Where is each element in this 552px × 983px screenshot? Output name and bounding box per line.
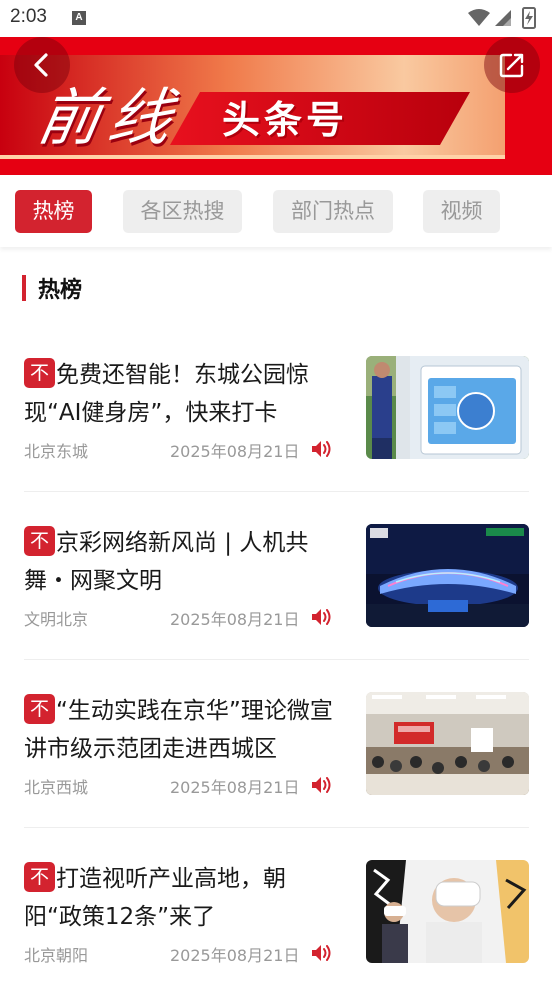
share-button[interactable] bbox=[484, 37, 540, 93]
news-thumbnail[interactable] bbox=[366, 356, 529, 459]
news-title[interactable]: 不京彩网络新风尚 | 人机共舞・网聚文明 bbox=[24, 524, 334, 600]
back-button[interactable] bbox=[14, 37, 70, 93]
news-source: 北京东城 bbox=[24, 442, 89, 461]
news-date: 2025年08月21日 bbox=[170, 442, 300, 461]
wifi-icon bbox=[468, 9, 490, 26]
news-title[interactable]: 不免费还智能！东城公园惊现“AI健身房”，快来打卡 bbox=[24, 356, 334, 432]
news-item[interactable]: 不 “生动实践在京华”理论微宣讲市级示范团走进西城区 北京西城 2025年08月2… bbox=[24, 692, 529, 832]
share-external-icon bbox=[499, 53, 524, 78]
news-tag: 不 bbox=[24, 358, 55, 388]
divider bbox=[24, 827, 529, 828]
tab-hot-list[interactable]: 热榜 bbox=[15, 190, 92, 233]
notification-icon: A bbox=[72, 11, 86, 25]
divider bbox=[24, 491, 529, 492]
status-icons bbox=[468, 7, 536, 29]
speaker-icon[interactable] bbox=[310, 942, 332, 964]
status-bar: 2:03 A bbox=[0, 0, 552, 37]
news-item[interactable]: 不免费还智能！东城公园惊现“AI健身房”，快来打卡 北京东城 2025年08月2… bbox=[24, 356, 529, 496]
header-banner: 前线 头条号 bbox=[0, 37, 552, 175]
news-title-text: 京彩网络新风尚 | 人机共舞・网聚文明 bbox=[24, 530, 309, 594]
news-thumbnail[interactable] bbox=[366, 692, 529, 795]
page-title: 头条号 bbox=[222, 98, 349, 142]
news-source: 北京西城 bbox=[24, 778, 89, 797]
divider bbox=[24, 659, 529, 660]
status-time: 2:03 bbox=[10, 6, 47, 27]
section-accent-bar bbox=[22, 275, 26, 301]
news-tag: 不 bbox=[24, 862, 55, 892]
news-tag: 不 bbox=[24, 526, 55, 556]
section-title: 热榜 bbox=[38, 278, 83, 303]
tab-district-search[interactable]: 各区热搜 bbox=[123, 190, 242, 233]
speaker-icon[interactable] bbox=[310, 606, 332, 628]
news-source: 文明北京 bbox=[24, 610, 89, 629]
news-title[interactable]: 不打造视听产业高地，朝阳“政策12条”来了 bbox=[24, 860, 334, 936]
chevron-left-icon bbox=[34, 53, 48, 77]
news-source: 北京朝阳 bbox=[24, 946, 89, 965]
news-thumbnail[interactable] bbox=[366, 860, 529, 963]
news-thumbnail[interactable] bbox=[366, 524, 529, 627]
news-date: 2025年08月21日 bbox=[170, 610, 300, 629]
news-title[interactable]: 不 “生动实践在京华”理论微宣讲市级示范团走进西城区 bbox=[24, 692, 334, 768]
news-item[interactable]: 不京彩网络新风尚 | 人机共舞・网聚文明 文明北京 2025年08月21日 bbox=[24, 524, 529, 664]
news-title-text: 免费还智能！东城公园惊现“AI健身房”，快来打卡 bbox=[24, 362, 309, 426]
speaker-icon[interactable] bbox=[310, 774, 332, 796]
category-tabs: 热榜 各区热搜 部门热点 视频 bbox=[0, 175, 552, 247]
news-title-text: 打造视听产业高地，朝阳“政策12条”来了 bbox=[24, 866, 286, 930]
tab-video[interactable]: 视频 bbox=[423, 190, 500, 233]
speaker-icon[interactable] bbox=[310, 438, 332, 460]
news-date: 2025年08月21日 bbox=[170, 778, 300, 797]
news-item[interactable]: 不打造视听产业高地，朝阳“政策12条”来了 北京朝阳 2025年08月21日 bbox=[24, 860, 529, 983]
tab-department-hotspots[interactable]: 部门热点 bbox=[273, 190, 393, 233]
news-title-text: “生动实践在京华”理论微宣讲市级示范团走进西城区 bbox=[24, 698, 333, 762]
news-tag: 不 bbox=[24, 694, 55, 724]
news-date: 2025年08月21日 bbox=[170, 946, 300, 965]
